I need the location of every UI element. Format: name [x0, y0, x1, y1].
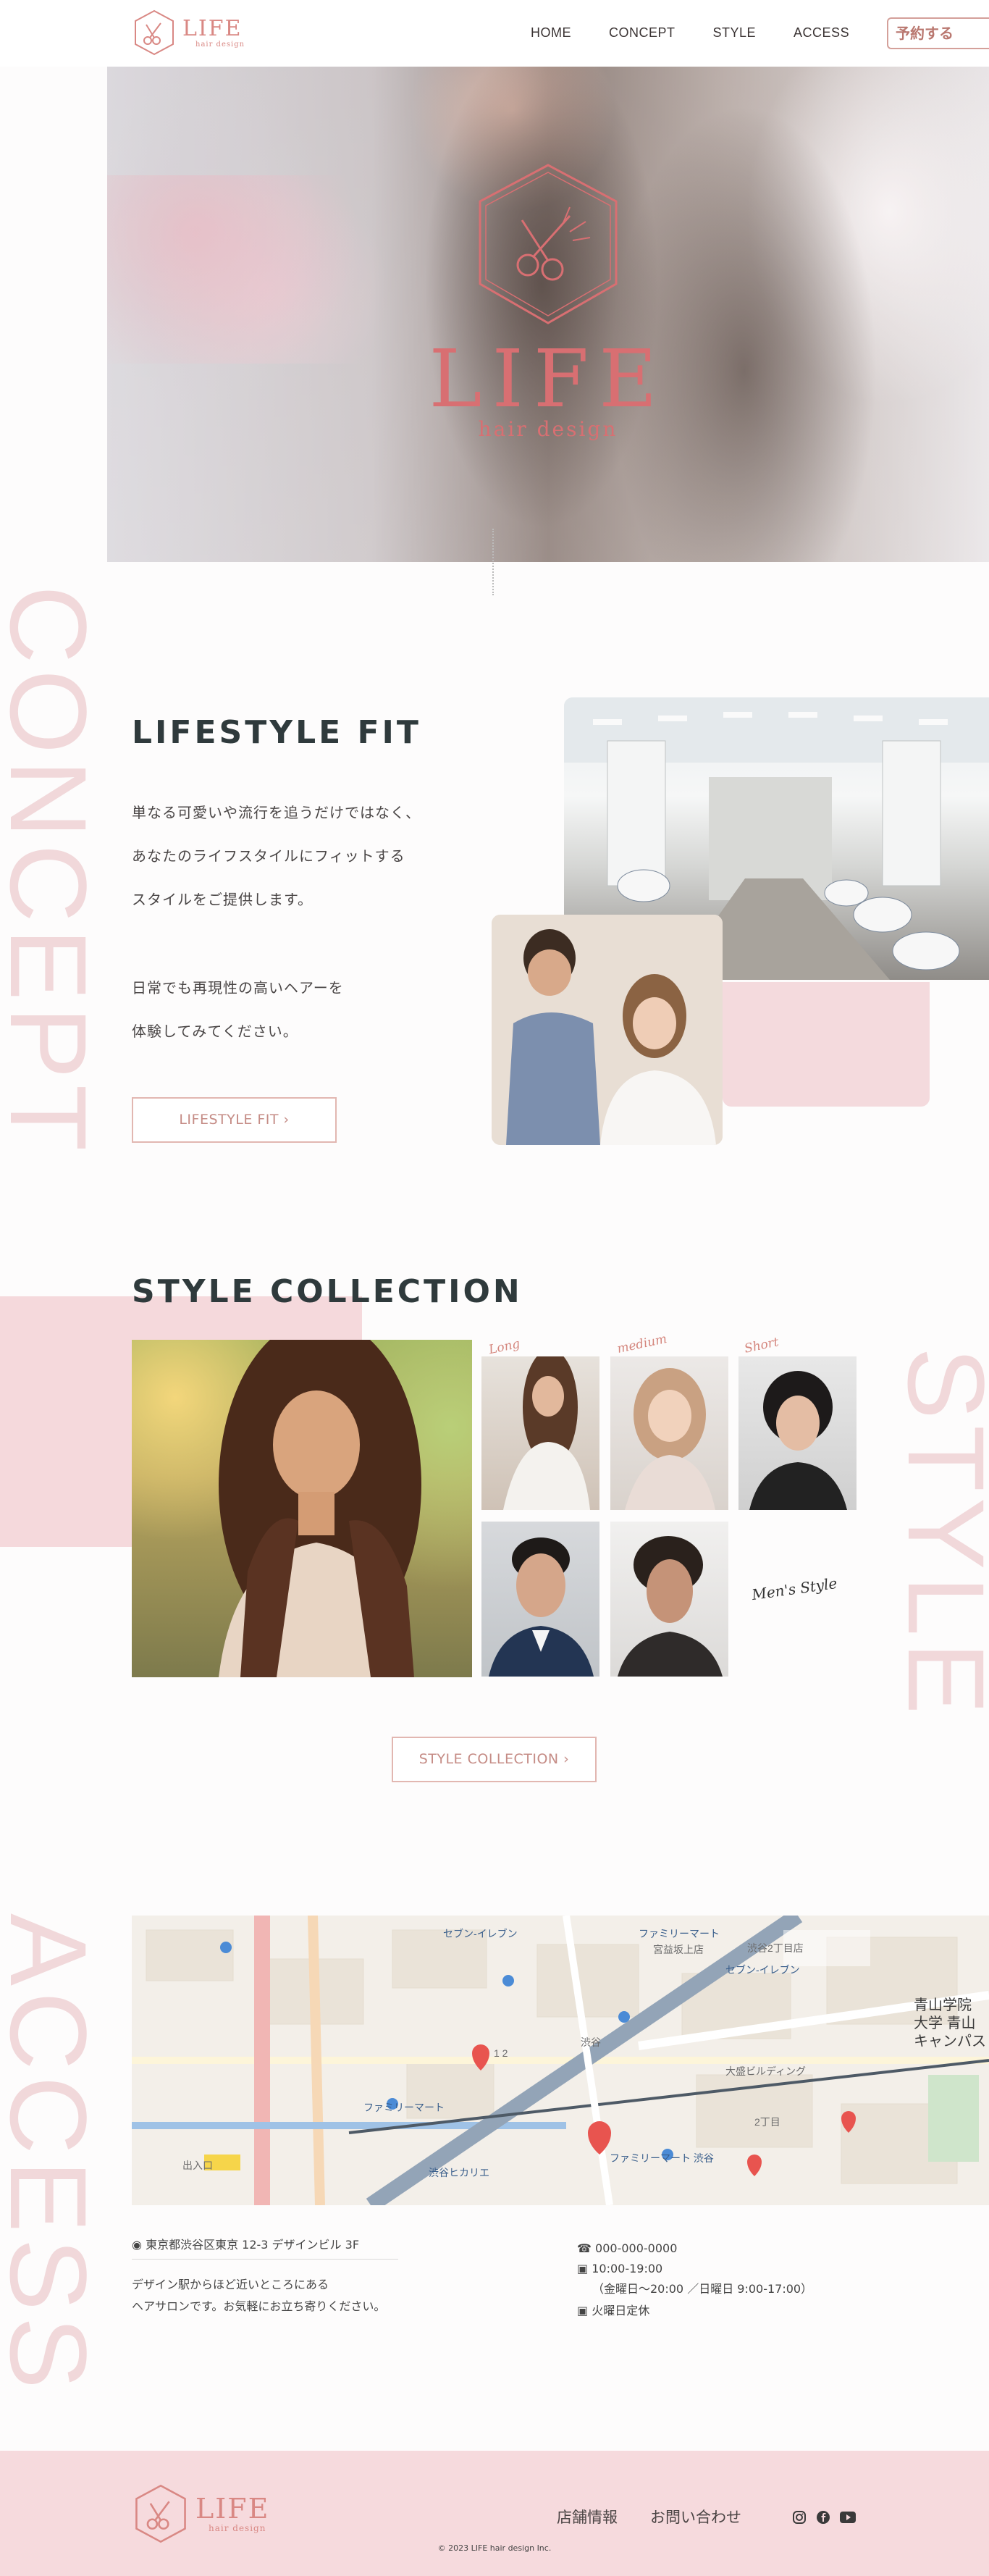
address: 東京都渋谷区東京 12-3 デザインビル 3F: [146, 2238, 360, 2252]
logo-sub: hair design: [195, 40, 245, 49]
svg-text:出入口: 出入口: [182, 2160, 213, 2171]
hero-scissors-icon: [479, 164, 618, 324]
concept-text-3: スタイルをご提供します。: [132, 891, 313, 908]
svg-text:ファミリーマート 渋谷: ファミリーマート 渋谷: [610, 2152, 714, 2164]
logo-word: LIFE: [182, 15, 243, 41]
concept-pink-block: [723, 982, 930, 1107]
calendar-icon: ▣: [577, 2304, 589, 2317]
svg-text:渋谷2丁目店: 渋谷2丁目店: [747, 1942, 804, 1954]
header-logo[interactable]: LIFE hair design: [132, 9, 245, 56]
access-desc-2: ヘアサロンです。お気軽にお立ち寄りください。: [132, 2299, 386, 2313]
svg-text:2丁目: 2丁目: [754, 2116, 780, 2128]
concept-text-5: 体験してみてください。: [132, 1023, 298, 1040]
svg-text:青山学院: 青山学院: [914, 1997, 972, 2013]
phone-icon: ☎: [577, 2241, 592, 2255]
style-medium-photo[interactable]: [610, 1356, 728, 1510]
style-title: STYLE COLLECTION: [132, 1273, 523, 1310]
main-nav: HOME CONCEPT STYLE ACCESS: [531, 20, 887, 45]
reserve-button[interactable]: 予約する: [887, 17, 989, 49]
svg-text:渋谷: 渋谷: [581, 2036, 601, 2048]
svg-text:大学 青山: 大学 青山: [914, 2015, 976, 2031]
nav-concept[interactable]: CONCEPT: [609, 20, 676, 45]
footer-link-store-info[interactable]: 店舗情報: [557, 2506, 618, 2527]
style-collection-button[interactable]: STYLE COLLECTION ›: [392, 1737, 597, 1782]
svg-text:宮益坂上店: 宮益坂上店: [653, 1944, 704, 1955]
concept-text-1: 単なる可愛いや流行を追うだけではなく、: [132, 804, 421, 821]
footer-scissors-icon: [135, 2484, 186, 2543]
label-mens-style: Men's Style: [750, 1574, 838, 1604]
style-mens-photo-2[interactable]: [610, 1522, 728, 1677]
location-pin-icon: ◉: [132, 2238, 142, 2252]
address-line: ◉ 東京都渋谷区東京 12-3 デザインビル 3F: [132, 2234, 398, 2260]
hours: 10:00-19:00: [592, 2262, 663, 2275]
style-bg-word: STYLE: [885, 1347, 989, 1721]
hours-line: ▣ 10:00-19:00: [577, 2258, 662, 2280]
copyright: © 2023 LIFE hair design Inc.: [437, 2543, 552, 2553]
phone[interactable]: 000-000-0000: [595, 2241, 677, 2255]
hours-note: （金曜日～20:00 ／日曜日 9:00-17:00）: [592, 2282, 813, 2296]
footer-logo-word: LIFE: [195, 2493, 270, 2525]
concept-text-4: 日常でも再現性の高いヘアーを: [132, 979, 344, 997]
logo-scissors-icon: [135, 9, 174, 56]
closed-line: ▣ 火曜日定休: [577, 2300, 649, 2322]
footer-link-contact[interactable]: お問い合わせ: [650, 2506, 741, 2527]
style-model-photo: [132, 1340, 472, 1677]
stylist-photo: [492, 915, 723, 1145]
hero-image: LIFE hair design: [107, 67, 989, 562]
style-short-photo[interactable]: [738, 1356, 857, 1510]
youtube-icon[interactable]: [840, 2512, 856, 2523]
site-footer: LIFE hair design 店舗情報 お問い合わせ: [0, 2451, 989, 2576]
style-mens-photo-1[interactable]: [481, 1522, 599, 1677]
concept-text-2: あなたのライフスタイルにフィットする: [132, 847, 405, 865]
clock-icon: ▣: [577, 2262, 589, 2275]
nav-style[interactable]: STYLE: [713, 20, 757, 45]
svg-text:セブン-イレブン: セブン-イレブン: [725, 1964, 800, 1976]
svg-text:ファミリーマート: ファミリーマート: [363, 2102, 445, 2113]
svg-text:キャンパス: キャンパス: [914, 2034, 986, 2050]
hero-word: LIFE: [429, 332, 668, 425]
svg-text:セブン-イレブン: セブン-イレブン: [443, 1928, 518, 1939]
nav-home[interactable]: HOME: [531, 20, 571, 45]
label-long: Long: [487, 1336, 521, 1358]
concept-bg-word: CONCEPT: [0, 585, 109, 1157]
phone-line: ☎ 000-000-0000: [577, 2238, 677, 2260]
svg-text:大盛ビルディング: 大盛ビルディング: [725, 2065, 806, 2077]
access-bg-word: ACCESS: [0, 1913, 109, 2395]
style-long-photo[interactable]: [481, 1356, 599, 1510]
label-medium: medium: [615, 1331, 668, 1357]
svg-text:1 2: 1 2: [494, 2047, 508, 2059]
access-map[interactable]: セブン-イレブン セブン-イレブン ファミリーマート ファミリーマート ファミリーマ…: [132, 1916, 989, 2205]
closed: 火曜日定休: [592, 2304, 650, 2317]
concept-title: LIFESTYLE FIT: [132, 714, 421, 751]
lifestyle-fit-button[interactable]: LIFESTYLE FIT ›: [132, 1097, 337, 1143]
footer-logo-sub: hair design: [209, 2523, 266, 2533]
access-desc-1: デザイン駅からほど近いところにある: [132, 2278, 329, 2291]
nav-access[interactable]: ACCESS: [794, 20, 849, 45]
scroll-indicator: [492, 529, 494, 595]
instagram-icon[interactable]: [792, 2510, 807, 2525]
site-header: LIFE hair design HOME CONCEPT STYLE ACCE…: [0, 0, 989, 67]
facebook-icon[interactable]: [816, 2510, 830, 2525]
svg-text:ファミリーマート: ファミリーマート: [639, 1928, 720, 1939]
label-short: Short: [743, 1335, 780, 1356]
footer-logo[interactable]: LIFE hair design: [132, 2483, 269, 2545]
svg-text:渋谷ヒカリエ: 渋谷ヒカリエ: [429, 2167, 489, 2178]
hero-logo: LIFE hair design: [411, 159, 686, 440]
